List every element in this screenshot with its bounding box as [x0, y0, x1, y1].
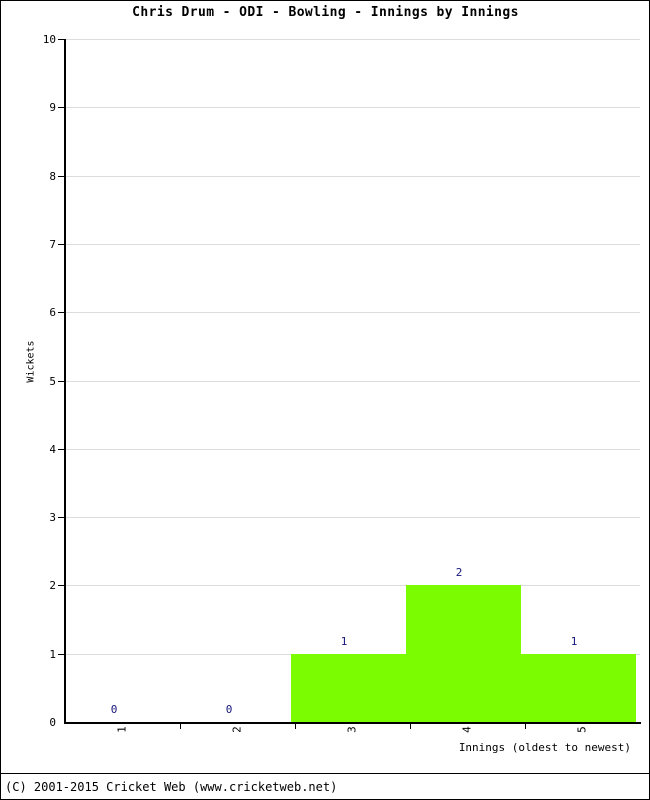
bars-layer: [65, 39, 640, 722]
xtick-mark-1: [180, 724, 181, 729]
x-axis-line: [64, 722, 641, 724]
ytick-label-1: 1: [49, 648, 56, 661]
ytick-label-4: 4: [49, 443, 56, 456]
ytick-label-7: 7: [49, 238, 56, 251]
ytick-label-0: 0: [49, 716, 56, 729]
copyright-footer: (C) 2001-2015 Cricket Web (www.cricketwe…: [5, 780, 338, 794]
footer-divider: [1, 773, 650, 774]
xtick-mark-3: [410, 724, 411, 729]
value-label-innings-3: 1: [340, 635, 348, 648]
xtick-mark-4: [525, 724, 526, 729]
y-axis-title: Wickets: [25, 340, 37, 383]
ytick-label-10: 10: [42, 33, 56, 46]
ytick-label-2: 2: [49, 579, 56, 592]
xtick-label-2: 2: [230, 726, 244, 733]
bar-innings-4[interactable]: [406, 585, 521, 722]
ytick-label-9: 9: [49, 101, 56, 114]
ytick-label-8: 8: [49, 170, 56, 183]
chart-page: Chris Drum - ODI - Bowling - Innings by …: [0, 0, 650, 800]
y-axis-line: [64, 39, 66, 723]
x-axis-title: Innings (oldest to newest): [458, 741, 631, 754]
ytick-label-3: 3: [49, 511, 56, 524]
value-label-innings-4: 2: [455, 566, 463, 579]
chart-title: Chris Drum - ODI - Bowling - Innings by …: [132, 5, 519, 20]
ytick-label-6: 6: [49, 306, 56, 319]
xtick-label-3: 3: [345, 726, 359, 733]
xtick-label-1: 1: [115, 726, 129, 733]
value-label-innings-5: 1: [570, 635, 578, 648]
xtick-mark-2: [295, 724, 296, 729]
